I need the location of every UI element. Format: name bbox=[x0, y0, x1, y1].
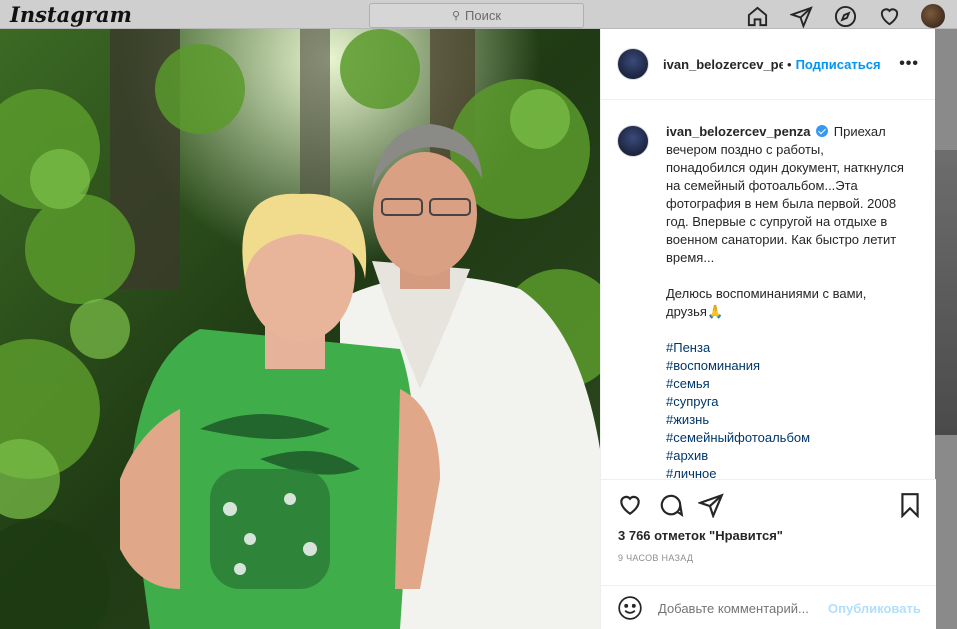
post-photo[interactable] bbox=[0, 29, 600, 629]
hashtag-link[interactable]: #воспоминания bbox=[666, 357, 906, 375]
more-options-icon[interactable]: ••• bbox=[899, 55, 919, 73]
post-timestamp[interactable]: 9 ЧАСОВ НАЗАД bbox=[618, 553, 693, 563]
comment-input[interactable] bbox=[658, 600, 828, 616]
caption: ivan_belozercev_penza Приехал вечером по… bbox=[617, 123, 920, 479]
explore-icon[interactable] bbox=[833, 4, 857, 28]
comment-bar: Опубликовать bbox=[601, 585, 936, 629]
post-header: ivan_belozercev_penza • Подписаться ••• bbox=[601, 29, 935, 100]
hashtag-link[interactable]: #семейныйфотоальбом bbox=[666, 429, 906, 447]
search-icon: ⚲ bbox=[451, 10, 461, 22]
like-heart-icon[interactable] bbox=[617, 492, 643, 518]
hashtag-link[interactable]: #семья bbox=[666, 375, 906, 393]
search-box[interactable]: ⚲ Поиск bbox=[369, 3, 584, 28]
hashtag-link[interactable]: #жизнь bbox=[666, 411, 906, 429]
caption-avatar[interactable] bbox=[617, 125, 649, 157]
separator-dot: • bbox=[787, 56, 792, 72]
hashtag-link[interactable]: #супруга bbox=[666, 393, 906, 411]
direct-icon[interactable] bbox=[789, 4, 813, 28]
activity-heart-icon[interactable] bbox=[877, 4, 901, 28]
bookmark-icon[interactable] bbox=[897, 492, 923, 519]
profile-avatar[interactable] bbox=[921, 4, 945, 28]
comment-icon[interactable] bbox=[658, 492, 684, 518]
top-nav: Instagram ⚲ Поиск bbox=[0, 0, 957, 29]
post-actions: 3 766 отметок "Нравится" 9 ЧАСОВ НАЗАД О… bbox=[601, 479, 936, 629]
instagram-logo[interactable]: Instagram bbox=[10, 2, 132, 27]
caption-username[interactable]: ivan_belozercev_penza bbox=[666, 124, 811, 139]
post-panel: ivan_belozercev_penza • Подписаться ••• … bbox=[600, 29, 936, 629]
hashtag-link[interactable]: #личное bbox=[666, 465, 906, 479]
share-icon[interactable] bbox=[696, 492, 724, 519]
hashtag-link[interactable]: #Пенза bbox=[666, 339, 906, 357]
publish-button[interactable]: Опубликовать bbox=[828, 601, 921, 616]
author-username[interactable]: ivan_belozercev_penza bbox=[663, 57, 783, 72]
likes-count[interactable]: 3 766 отметок "Нравится" bbox=[618, 528, 783, 543]
caption-area: ivan_belozercev_penza Приехал вечером по… bbox=[601, 101, 936, 479]
search-placeholder: Поиск bbox=[465, 8, 502, 23]
home-icon[interactable] bbox=[745, 4, 769, 28]
verified-badge-icon bbox=[816, 125, 829, 137]
couple-photo bbox=[0, 29, 600, 629]
nav-icons bbox=[745, 4, 957, 28]
action-icons bbox=[617, 492, 922, 520]
hashtag-link[interactable]: #архив bbox=[666, 447, 906, 465]
follow-button[interactable]: Подписаться bbox=[796, 57, 881, 72]
emoji-icon[interactable] bbox=[617, 595, 643, 621]
background-feed bbox=[935, 150, 957, 435]
caption-body-2: Делюсь воспоминаниями с вами, друзья🙏 bbox=[666, 286, 871, 319]
author-avatar[interactable] bbox=[617, 48, 649, 80]
hashtag-list: #Пенза #воспоминания #семья #супруга #жи… bbox=[666, 339, 906, 479]
caption-text: ivan_belozercev_penza Приехал вечером по… bbox=[666, 123, 906, 479]
caption-body: Приехал вечером поздно с работы, понадоб… bbox=[666, 124, 908, 265]
